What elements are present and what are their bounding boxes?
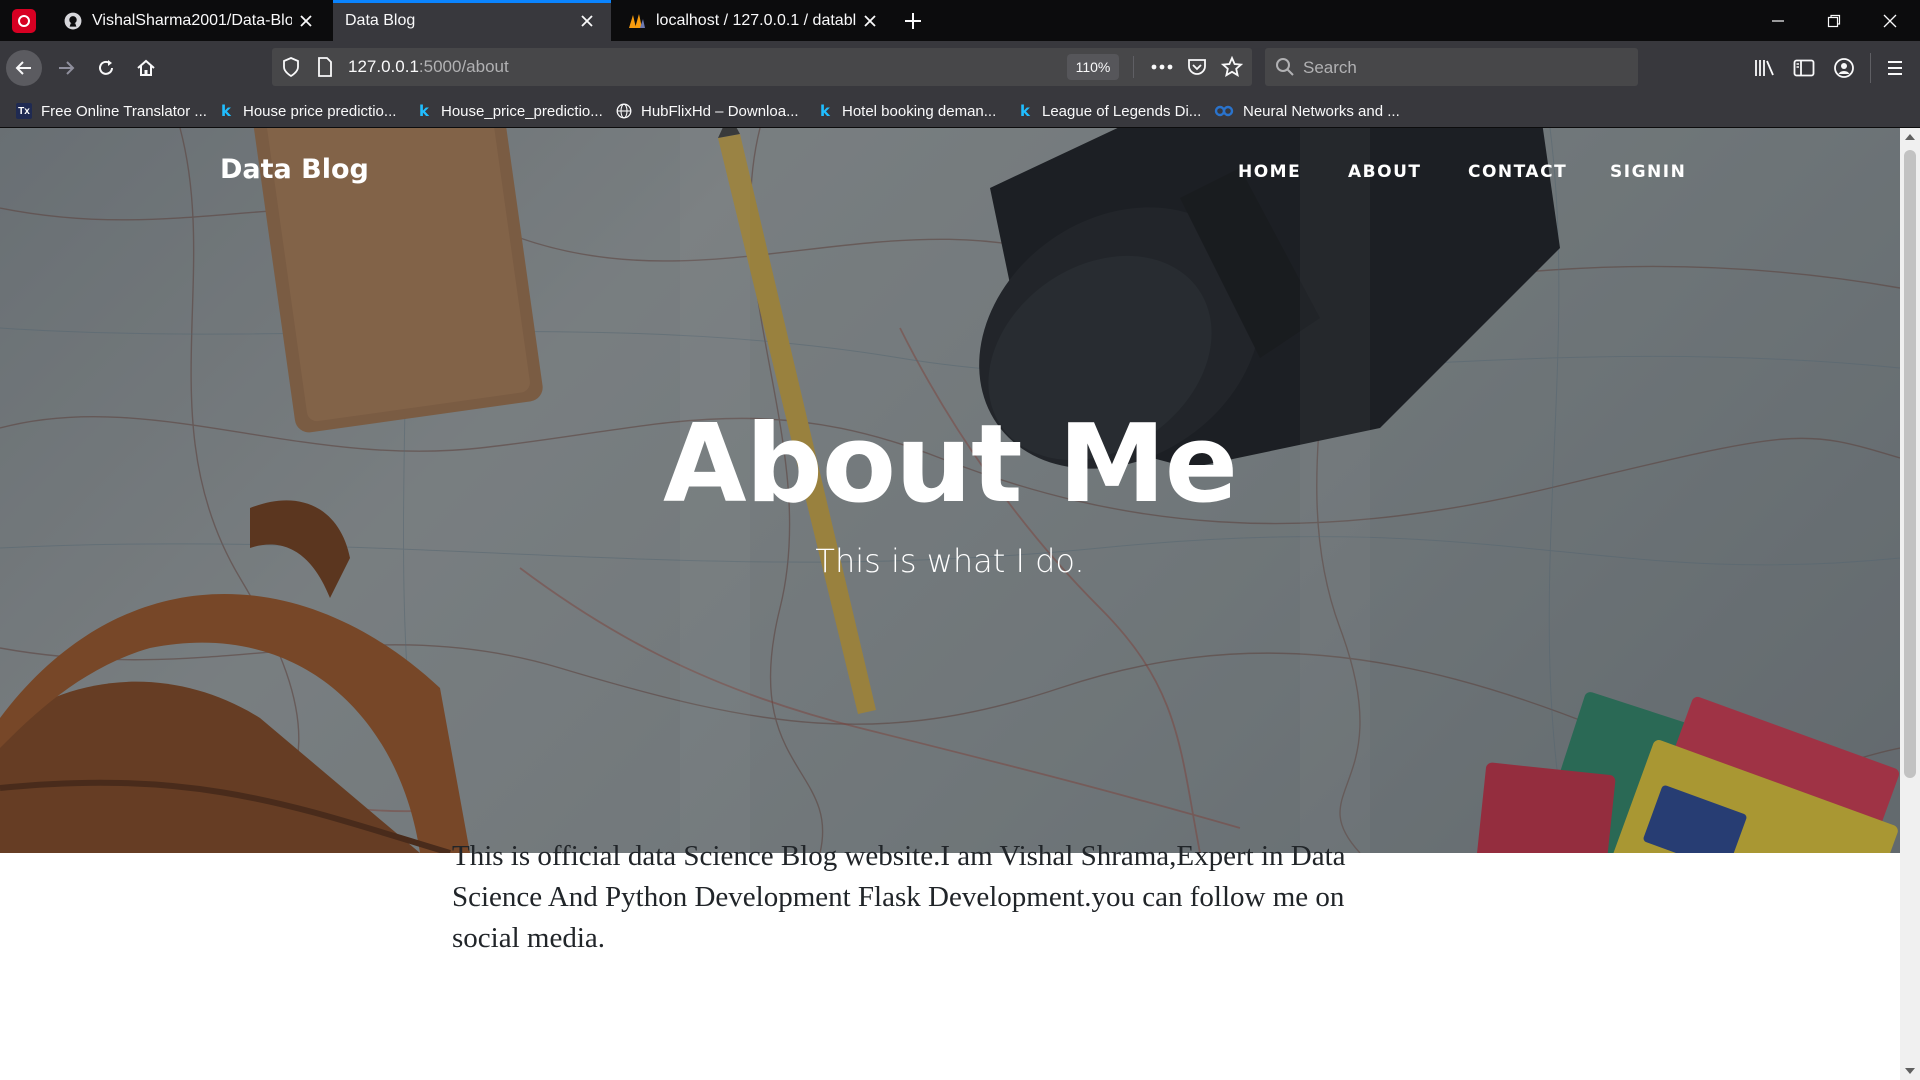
nav-signin[interactable]: SIGNIN <box>1610 162 1686 182</box>
bookmarks-toolbar: Tx Free Online Translator ... k House pr… <box>0 94 1920 128</box>
reload-button[interactable] <box>88 50 124 86</box>
bookmark-item[interactable]: k House price predictio... <box>218 101 396 121</box>
bookmark-item[interactable]: Neural Networks and ... <box>1214 101 1400 121</box>
close-tab-icon[interactable] <box>573 7 601 35</box>
bookmark-item[interactable]: Tx Free Online Translator ... <box>16 101 207 121</box>
shield-icon[interactable] <box>282 57 300 77</box>
page-title: About Me <box>663 402 1238 527</box>
nav-about[interactable]: ABOUT <box>1348 162 1421 182</box>
url-separator <box>1133 56 1134 78</box>
arrow-left-icon <box>15 61 31 75</box>
close-tab-icon[interactable] <box>292 7 320 35</box>
bookmark-label: Hotel booking deman... <box>842 102 997 120</box>
bookmark-item[interactable]: k Hotel booking deman... <box>817 101 996 121</box>
search-icon <box>1276 58 1294 76</box>
new-tab-button[interactable] <box>897 6 929 36</box>
page-viewport: Data Blog HOME ABOUT CONTACT SIGNIN Abou… <box>0 128 1900 1080</box>
page-actions-button[interactable] <box>1149 55 1175 79</box>
sidebar-button[interactable] <box>1787 51 1821 85</box>
minimize-button[interactable] <box>1750 0 1806 41</box>
tab-data-blog[interactable]: Data Blog <box>333 0 611 41</box>
page-subtitle: This is what I do. <box>815 542 1085 580</box>
bookmark-label: Neural Networks and ... <box>1243 102 1400 120</box>
close-tab-icon[interactable] <box>856 7 884 35</box>
globe-icon <box>616 103 632 119</box>
bookmark-star-button[interactable] <box>1219 55 1245 79</box>
coursera-icon <box>1214 105 1234 117</box>
bookmark-label: House_price_predictio... <box>441 102 603 120</box>
bookmark-item[interactable]: k League of Legends Di... <box>1017 101 1201 121</box>
kaggle-icon: k <box>419 102 429 120</box>
zoom-level-badge[interactable]: 110% <box>1067 54 1119 80</box>
bookmark-item[interactable]: k House_price_predictio... <box>416 101 603 121</box>
translator-icon: Tx <box>16 103 32 119</box>
hero-header: Data Blog HOME ABOUT CONTACT SIGNIN Abou… <box>0 128 1900 853</box>
tab-title: Data Blog <box>345 11 416 29</box>
account-button[interactable] <box>1827 51 1861 85</box>
kaggle-icon: k <box>820 102 830 120</box>
home-button[interactable] <box>128 50 164 86</box>
kaggle-icon: k <box>1020 102 1030 120</box>
site-brand[interactable]: Data Blog <box>220 154 369 185</box>
pocket-icon <box>1188 59 1206 75</box>
scroll-down-arrow[interactable] <box>1900 1062 1920 1080</box>
tab-phpmyadmin[interactable]: localhost / 127.0.0.1 / datablog <box>614 0 894 41</box>
account-icon <box>1834 58 1854 78</box>
menu-button[interactable] <box>1878 51 1912 85</box>
nav-home[interactable]: HOME <box>1238 162 1301 182</box>
forward-button[interactable] <box>48 50 84 86</box>
back-button[interactable] <box>6 50 42 86</box>
phpmyadmin-icon <box>629 13 645 28</box>
hamburger-menu-icon <box>1888 61 1902 75</box>
scroll-thumb[interactable] <box>1904 150 1916 778</box>
library-icon <box>1755 60 1774 76</box>
close-window-button[interactable] <box>1862 0 1918 41</box>
bookmark-label: League of Legends Di... <box>1042 102 1202 120</box>
chevron-down-icon <box>1905 1068 1915 1074</box>
arrow-right-icon <box>59 61 75 75</box>
url-path: :5000/about <box>418 57 509 76</box>
star-icon <box>1221 56 1243 78</box>
home-icon <box>137 59 155 76</box>
url-host: 127.0.0.1 <box>348 57 419 76</box>
page-info-icon[interactable] <box>316 57 334 77</box>
toolbar-separator <box>1870 53 1871 83</box>
plus-icon <box>905 13 921 29</box>
nav-contact[interactable]: CONTACT <box>1468 162 1567 182</box>
url-bar[interactable]: 127.0.0.1:5000/about 110% <box>272 48 1252 86</box>
restore-button[interactable] <box>1806 0 1862 41</box>
search-bar[interactable]: Search <box>1265 48 1638 86</box>
restore-icon <box>1827 14 1841 27</box>
url-text[interactable]: 127.0.0.1:5000/about <box>348 57 509 77</box>
bookmark-item[interactable]: HubFlixHd – Downloa... <box>616 101 799 121</box>
minimize-icon <box>1772 19 1784 22</box>
page-scrollbar[interactable] <box>1900 128 1920 1080</box>
bookmark-label: House price predictio... <box>243 102 397 120</box>
tab-title: VishalSharma2001/Data-Blog- <box>92 11 292 29</box>
more-dots-icon <box>1151 64 1173 70</box>
tab-title: localhost / 127.0.0.1 / datablog <box>656 11 856 29</box>
about-paragraph: This is official data Science Blog websi… <box>452 840 1346 954</box>
bookmark-label: Free Online Translator ... <box>41 102 207 120</box>
search-input[interactable]: Search <box>1303 58 1357 78</box>
sidebar-icon <box>1793 59 1815 77</box>
tab-github[interactable]: VishalSharma2001/Data-Blog- <box>50 0 330 41</box>
pocket-button[interactable] <box>1184 55 1210 79</box>
kaggle-icon: k <box>221 102 231 120</box>
app-badge-icon[interactable] <box>12 9 36 33</box>
close-icon <box>1883 14 1897 27</box>
scroll-up-arrow[interactable] <box>1900 128 1920 146</box>
bookmark-label: HubFlixHd – Downloa... <box>641 102 799 120</box>
library-button[interactable] <box>1748 51 1782 85</box>
nav-toolbar: 127.0.0.1:5000/about 110% Search <box>0 41 1920 94</box>
chevron-up-icon <box>1905 134 1915 140</box>
tab-strip: VishalSharma2001/Data-Blog- Data Blog lo… <box>0 0 1920 41</box>
reload-icon <box>99 60 113 75</box>
github-icon <box>64 12 82 29</box>
